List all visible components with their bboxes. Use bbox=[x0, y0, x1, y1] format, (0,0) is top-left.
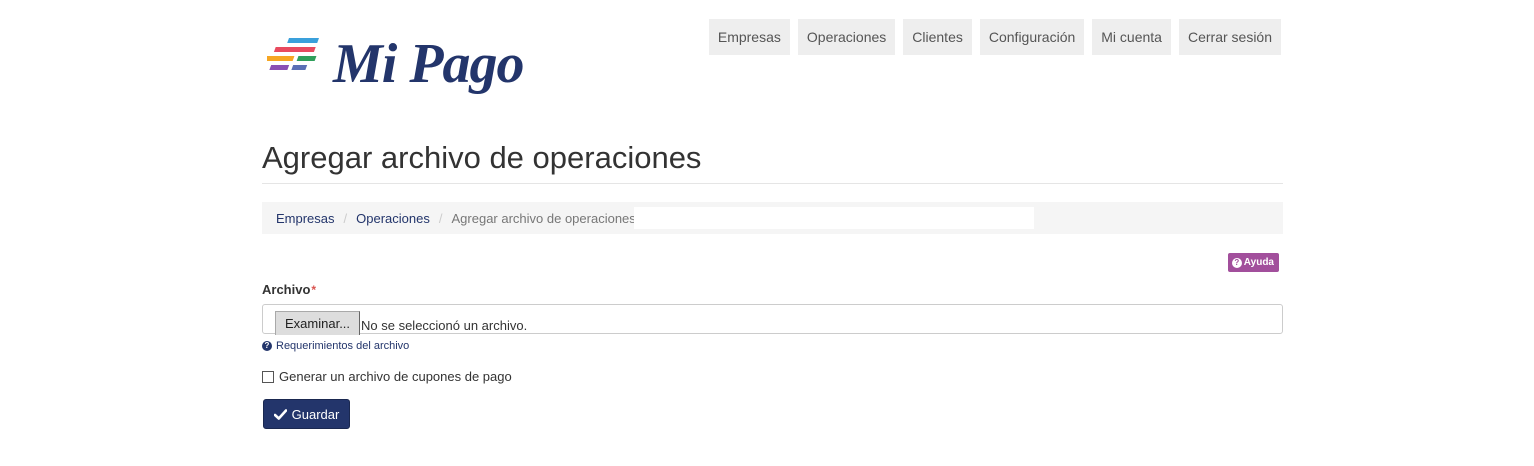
file-status-text: No se seleccionó un archivo. bbox=[361, 318, 528, 333]
nav-item-empresas[interactable]: Empresas bbox=[708, 19, 790, 55]
logo-wordmark: Mi Pago bbox=[333, 33, 525, 95]
top-nav: Empresas Operaciones Clientes Configurac… bbox=[708, 19, 1281, 55]
nav-item-mi-cuenta[interactable]: Mi cuenta bbox=[1092, 19, 1171, 55]
help-button-label: Ayuda bbox=[1243, 257, 1274, 268]
save-button[interactable]: Guardar bbox=[263, 399, 350, 429]
title-divider bbox=[262, 183, 1283, 184]
breadcrumb: Empresas / Operaciones / Agregar archivo… bbox=[262, 202, 1283, 234]
generate-coupons-label[interactable]: Generar un archivo de cupones de pago bbox=[279, 369, 512, 384]
nav-item-operaciones[interactable]: Operaciones bbox=[797, 19, 896, 55]
breadcrumb-separator: / bbox=[343, 210, 348, 226]
page-container: Mi Pago Empresas Operaciones Clientes Co… bbox=[262, 0, 1283, 466]
breadcrumb-blank-area bbox=[634, 207, 1034, 229]
page-title: Agregar archivo de operaciones bbox=[262, 140, 702, 175]
required-asterisk: * bbox=[311, 283, 317, 297]
question-circle-icon: ? bbox=[262, 341, 272, 351]
logo-stripes-icon bbox=[267, 38, 319, 70]
check-icon bbox=[273, 408, 287, 420]
file-input[interactable]: Examinar... No se seleccionó un archivo. bbox=[262, 304, 1283, 335]
browse-button[interactable]: Examinar... bbox=[275, 311, 361, 335]
generate-coupons-checkbox[interactable] bbox=[262, 370, 274, 383]
help-button[interactable]: ? Ayuda bbox=[1227, 253, 1279, 272]
file-field-label: Archivo* bbox=[262, 282, 316, 297]
question-circle-icon: ? bbox=[1231, 257, 1242, 268]
coupon-option: Generar un archivo de cupones de pago bbox=[262, 369, 512, 384]
breadcrumb-separator: / bbox=[438, 210, 443, 226]
nav-item-clientes[interactable]: Clientes bbox=[903, 19, 972, 55]
nav-item-configuracion[interactable]: Configuración bbox=[979, 19, 1085, 55]
mipago-logo[interactable]: Mi Pago bbox=[267, 28, 529, 100]
file-requirements-label: Requerimientos del archivo bbox=[276, 340, 410, 352]
breadcrumb-item-current: Agregar archivo de operaciones bbox=[451, 210, 636, 226]
nav-item-cerrar-sesion[interactable]: Cerrar sesión bbox=[1178, 19, 1281, 55]
file-label-text: Archivo bbox=[262, 282, 311, 297]
save-button-label: Guardar bbox=[291, 406, 340, 422]
breadcrumb-item-empresas[interactable]: Empresas bbox=[276, 211, 335, 226]
breadcrumb-item-operaciones[interactable]: Operaciones bbox=[356, 211, 430, 226]
file-requirements-link[interactable]: ? Requerimientos del archivo bbox=[262, 340, 409, 352]
